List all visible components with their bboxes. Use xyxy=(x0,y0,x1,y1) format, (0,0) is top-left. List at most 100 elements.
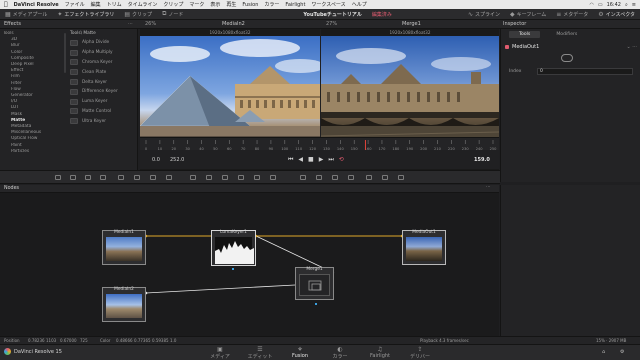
background-tool-icon[interactable] xyxy=(55,175,61,180)
merge3d-tool-icon[interactable] xyxy=(398,175,404,180)
start-timecode[interactable]: 0.0 xyxy=(152,157,160,163)
inspector-button[interactable]: ⚙ インスペクタ xyxy=(593,11,640,18)
tool-luma-keyer[interactable]: Luma Keyer xyxy=(70,97,136,107)
skip-start-icon[interactable]: ⏮ xyxy=(288,156,293,164)
settings-icon[interactable]: ⚙ xyxy=(620,349,624,355)
transform-tool-icon[interactable] xyxy=(150,175,156,180)
page-fusion[interactable]: ✧ Fusion xyxy=(280,346,320,359)
menu-view[interactable]: 表示 xyxy=(207,1,223,8)
wifi-icon[interactable]: ◠ xyxy=(589,2,593,8)
viewer-left-zoom[interactable]: 26% xyxy=(145,21,156,27)
spotlight-icon[interactable]: ⌕ xyxy=(625,2,628,8)
tool-matte-control[interactable]: Matte Control xyxy=(70,107,136,117)
menu-timeline[interactable]: タイムライン xyxy=(125,1,161,8)
shape3d-tool-icon[interactable] xyxy=(366,175,372,180)
menu-app-name[interactable]: DaVinci Resolve xyxy=(11,2,62,8)
effects-options-icon[interactable]: ··· xyxy=(128,21,133,27)
timeline-ruler[interactable]: 0 10 20 30 40 50 60 70 80 90 100 110 120 130 140 150 160… xyxy=(140,137,499,153)
matte-tools-list: Tools\ Matte Alpha Divide Alpha Multiply… xyxy=(70,31,136,126)
source-toggle-icon[interactable] xyxy=(561,54,573,62)
page-media[interactable]: ▣ メディア xyxy=(200,346,240,360)
tab-modifiers[interactable]: Modifiers xyxy=(546,31,587,38)
page-edit[interactable]: ☰ エディット xyxy=(240,346,280,360)
menu-clip[interactable]: クリップ xyxy=(160,1,186,8)
tool-difference-keyer[interactable]: Difference Keyer xyxy=(70,87,136,97)
battery-icon[interactable]: ▭ xyxy=(598,2,603,8)
current-timecode[interactable]: 159.0 xyxy=(474,157,490,163)
light-tool-icon[interactable] xyxy=(348,175,354,180)
tool-clean-plate[interactable]: Clean Plate xyxy=(70,67,136,77)
page-deliver[interactable]: ⇪ デリバー xyxy=(400,346,440,360)
tool-alpha-multiply[interactable]: Alpha Multiply xyxy=(70,48,136,58)
tree-item-particles[interactable]: Particles xyxy=(3,149,67,155)
node-mediain2[interactable]: MediaIn2 xyxy=(102,287,146,322)
node-mediain1[interactable]: MediaIn1 xyxy=(102,230,146,265)
paint-tool-icon[interactable] xyxy=(70,175,76,180)
play-reverse-icon[interactable]: ◀ xyxy=(298,156,303,164)
tool-delta-keyer[interactable]: Delta Keyer xyxy=(70,77,136,87)
merge-mask-port[interactable] xyxy=(315,303,317,305)
node-merge1[interactable]: Merge1 xyxy=(295,267,334,300)
menu-trim[interactable]: トリム xyxy=(104,1,125,8)
menu-playback[interactable]: 再生 xyxy=(223,1,239,8)
metadata-button[interactable]: ≡ メタデータ xyxy=(551,11,593,18)
page-media-label: メディア xyxy=(210,354,230,360)
tool-ultra-keyer[interactable]: Ultra Keyer xyxy=(70,116,136,126)
page-color[interactable]: ◐ カラー xyxy=(320,346,360,360)
menu-edit[interactable]: 編集 xyxy=(88,1,104,8)
effects-library-button[interactable]: ✦ エフェクトライブラリ xyxy=(52,11,119,18)
tool-chroma-keyer[interactable]: Chroma Keyer xyxy=(70,58,136,68)
play-icon[interactable]: ▶ xyxy=(319,156,324,164)
particles-tool-icon[interactable] xyxy=(166,175,172,180)
status-position-label: Position xyxy=(4,338,20,343)
tree-scrollbar[interactable] xyxy=(64,33,66,73)
tool-alpha-divide[interactable]: Alpha Divide xyxy=(70,38,136,48)
shape-tool-icon[interactable] xyxy=(190,175,196,180)
planar-tool-icon[interactable] xyxy=(316,175,322,180)
bspline-tool-icon[interactable] xyxy=(238,175,244,180)
status-color-label: Color xyxy=(100,338,111,343)
menu-file[interactable]: ファイル xyxy=(62,1,88,8)
index-field[interactable]: 0 xyxy=(537,68,633,75)
spline-button[interactable]: ∿ スプライン xyxy=(463,11,505,18)
nodes-button[interactable]: ⧉ ノード xyxy=(157,10,188,18)
rectangle-tool-icon[interactable] xyxy=(270,175,276,180)
color-corrector-icon[interactable] xyxy=(134,175,140,180)
text-tool-icon[interactable] xyxy=(85,175,91,180)
ellipse-tool-icon[interactable] xyxy=(254,175,260,180)
tool-icon xyxy=(70,59,78,66)
renderer-tool-icon[interactable] xyxy=(382,175,388,180)
inspector-node-options-icon[interactable]: ⌄ ··· xyxy=(626,44,637,50)
apple-icon[interactable]:  xyxy=(0,1,11,8)
lumakeyer-mask-port[interactable] xyxy=(232,268,234,270)
tab-tools[interactable]: Tools xyxy=(509,31,541,38)
menu-color[interactable]: カラー xyxy=(261,1,282,8)
merge-tool-icon[interactable] xyxy=(100,175,106,180)
menubar-clock[interactable]: 16:42 xyxy=(607,2,621,8)
node-mediaout1[interactable]: MediaOut1 xyxy=(402,230,446,265)
clips-button[interactable]: ▤ クリップ xyxy=(119,11,157,18)
media-pool-button[interactable]: ▦ メディアプール xyxy=(0,11,52,18)
stop-icon[interactable]: ■ xyxy=(308,156,314,164)
menu-list-icon[interactable]: ≡ xyxy=(632,2,636,8)
menu-workspace[interactable]: ワークスペース xyxy=(308,1,348,8)
node-editor[interactable]: Nodes ··· MediaIn1 LumaKeyer1 MediaOut1 … xyxy=(0,185,499,336)
polygon-tool-icon[interactable] xyxy=(222,175,228,180)
tracker-tool-icon[interactable] xyxy=(300,175,306,180)
blur-tool-icon[interactable] xyxy=(118,175,124,180)
loop-icon[interactable]: ⟲ xyxy=(339,156,344,164)
skip-end-icon[interactable]: ⏭ xyxy=(328,156,333,164)
menu-fusion[interactable]: Fusion xyxy=(239,2,261,8)
keyframes-button[interactable]: ◆ キーフレーム xyxy=(505,11,551,18)
page-deliver-label: デリバー xyxy=(409,354,430,360)
menu-mark[interactable]: マーク xyxy=(186,1,207,8)
menu-fairlight[interactable]: Fairlight xyxy=(282,2,308,8)
mask-tool-icon[interactable] xyxy=(206,175,212,180)
home-icon[interactable]: ⌂ xyxy=(602,349,605,355)
end-timecode[interactable]: 252.0 xyxy=(170,157,184,163)
menu-help[interactable]: ヘルプ xyxy=(349,1,370,8)
page-fairlight[interactable]: ♫ Fairlight xyxy=(360,346,400,359)
camera-tool-icon[interactable] xyxy=(332,175,338,180)
viewer-right-zoom[interactable]: 27% xyxy=(326,21,337,27)
node-lumakeyer1[interactable]: LumaKeyer1 xyxy=(211,230,256,266)
